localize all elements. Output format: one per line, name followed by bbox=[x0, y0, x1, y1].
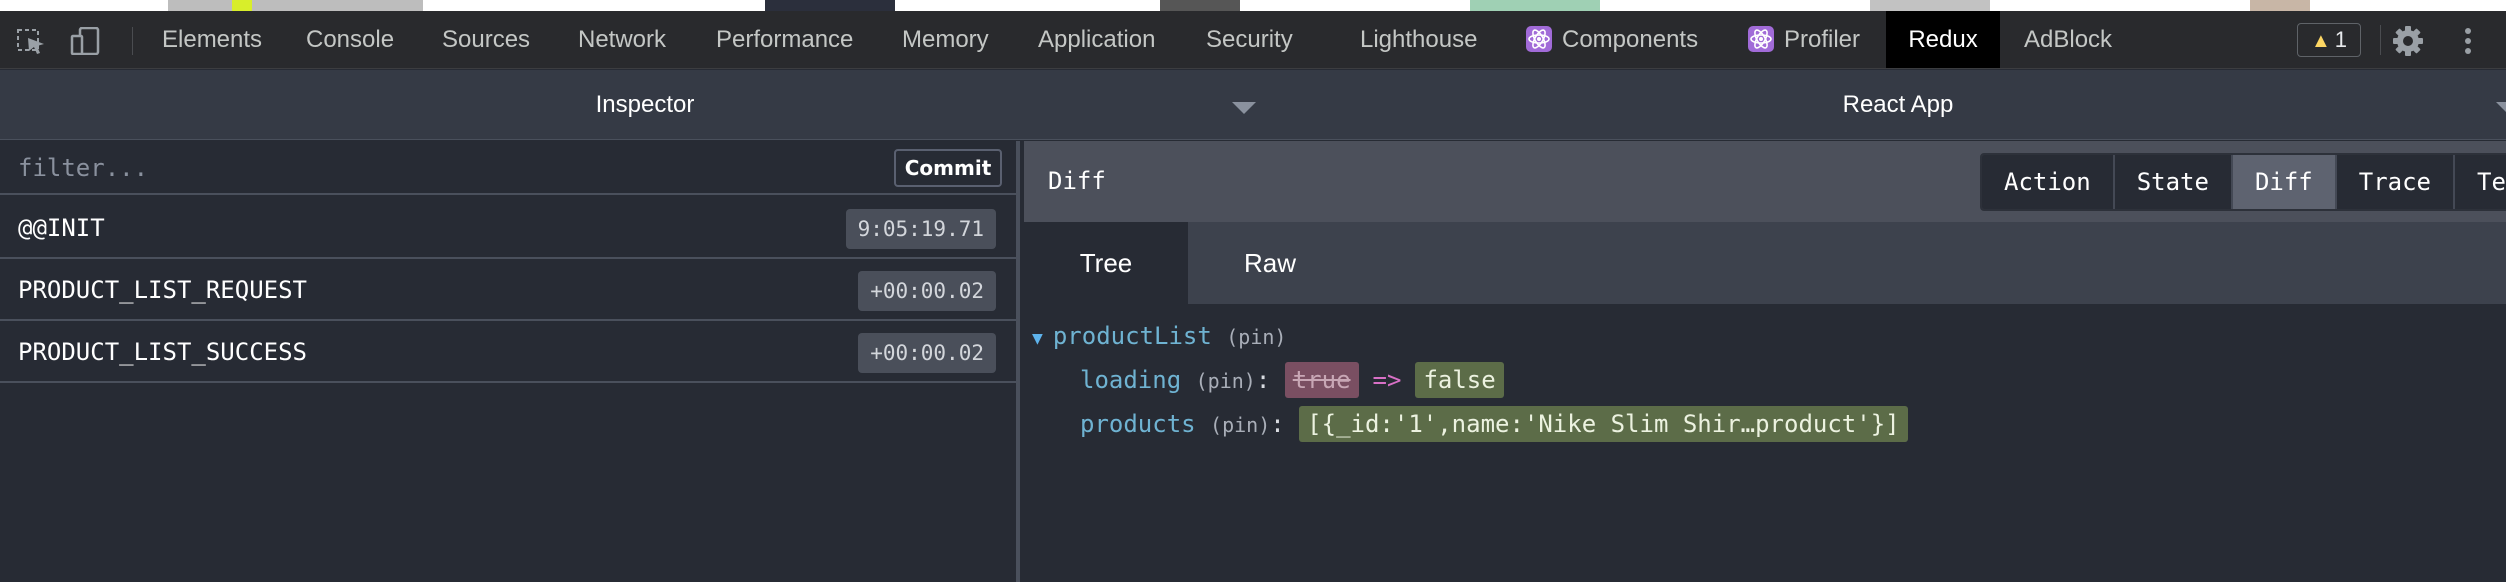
tab-state[interactable]: State bbox=[2114, 155, 2233, 209]
tab-components-label: Components bbox=[1562, 26, 1699, 53]
page-content-strip bbox=[0, 0, 2506, 11]
product-image-strip bbox=[1470, 0, 1600, 11]
dropdown-caret-icon[interactable] bbox=[1232, 102, 1256, 114]
tab-components[interactable]: Components bbox=[1510, 11, 1714, 68]
added-value[interactable]: [{_id:'1',name:'Nike Slim Shir…product'}… bbox=[1299, 406, 1908, 442]
expand-caret-icon[interactable]: ▼ bbox=[1032, 328, 1043, 349]
action-item[interactable]: @@INIT 9:05:19.71 bbox=[0, 197, 1016, 259]
inspector-monitor-select[interactable]: Inspector bbox=[0, 70, 1290, 140]
tab-test[interactable]: Test bbox=[2455, 155, 2506, 209]
device-toolbar-icon[interactable] bbox=[68, 27, 104, 55]
action-list-panel: Commit @@INIT 9:05:19.71 PRODUCT_LIST_RE… bbox=[0, 141, 1020, 582]
product-image-strip bbox=[232, 0, 252, 11]
change-arrow: => bbox=[1372, 366, 1402, 394]
action-name: PRODUCT_LIST_SUCCESS bbox=[18, 338, 307, 366]
more-options-icon[interactable] bbox=[2456, 25, 2480, 57]
tab-raw[interactable]: Raw bbox=[1188, 222, 1352, 304]
inspect-element-icon[interactable] bbox=[14, 27, 50, 55]
product-image-strip bbox=[765, 0, 895, 11]
tab-action[interactable]: Action bbox=[1982, 155, 2115, 209]
key-colon: : bbox=[1270, 410, 1285, 438]
tree-node-productlist[interactable]: ▼ productList (pin) bbox=[1032, 322, 1286, 350]
warning-count: 1 bbox=[2334, 27, 2348, 52]
tab-profiler-label: Profiler bbox=[1784, 26, 1861, 53]
toolbar-divider bbox=[132, 27, 133, 55]
action-item[interactable]: PRODUCT_LIST_REQUEST +00:00.02 bbox=[0, 259, 1016, 321]
action-name: @@INIT bbox=[18, 214, 105, 242]
added-value: false bbox=[1415, 362, 1504, 398]
tab-redux[interactable]: Redux bbox=[1886, 11, 2000, 68]
action-timestamp: +00:00.02 bbox=[858, 271, 996, 311]
tab-memory[interactable]: Memory bbox=[886, 11, 1005, 68]
tab-adblock[interactable]: AdBlock bbox=[2008, 11, 2128, 68]
dropdown-caret-icon[interactable] bbox=[2496, 102, 2506, 114]
toolbar-divider bbox=[2380, 25, 2381, 55]
settings-gear-icon[interactable] bbox=[2392, 25, 2424, 57]
tab-application[interactable]: Application bbox=[1022, 11, 1171, 68]
product-image-strip bbox=[1870, 0, 1990, 11]
tree-key: productList bbox=[1052, 322, 1212, 350]
action-timestamp: 9:05:19.71 bbox=[845, 209, 996, 249]
tab-tree[interactable]: Tree bbox=[1024, 222, 1188, 304]
tab-elements[interactable]: Elements bbox=[146, 11, 278, 68]
preview-title: Diff bbox=[1048, 167, 1106, 195]
tab-lighthouse[interactable]: Lighthouse bbox=[1344, 11, 1493, 68]
react-components-icon bbox=[1526, 25, 1552, 52]
devtools-tab-bar: Elements Console Sources Network Perform… bbox=[0, 11, 2506, 69]
issues-warning-badge[interactable]: ▲ 1 bbox=[2297, 23, 2361, 57]
key-colon: : bbox=[1255, 366, 1271, 394]
warning-icon: ▲ bbox=[2310, 30, 2331, 52]
tab-security[interactable]: Security bbox=[1190, 11, 1309, 68]
tab-trace[interactable]: Trace bbox=[2336, 155, 2455, 209]
product-image-strip bbox=[1160, 0, 1240, 11]
tab-performance[interactable]: Performance bbox=[700, 11, 869, 68]
product-image-strip bbox=[2250, 0, 2310, 11]
diff-tree: ▼ productList (pin) loading (pin): true =>… bbox=[1024, 304, 2506, 582]
action-timestamp: +00:00.02 bbox=[858, 333, 996, 373]
tree-key: loading bbox=[1080, 366, 1182, 394]
action-item[interactable]: PRODUCT_LIST_SUCCESS +00:00.02 bbox=[0, 321, 1016, 383]
pin-link[interactable]: (pin) bbox=[1210, 413, 1270, 437]
commit-button[interactable]: Commit bbox=[894, 149, 1002, 187]
instance-select[interactable]: React App bbox=[1290, 70, 2506, 140]
tab-diff[interactable]: Diff bbox=[2232, 155, 2337, 209]
pin-link[interactable]: (pin) bbox=[1196, 369, 1256, 393]
preview-header: Diff Action State Diff Trace Test bbox=[1024, 141, 2506, 222]
tab-profiler[interactable]: Profiler bbox=[1732, 11, 1876, 68]
react-profiler-icon bbox=[1748, 25, 1774, 52]
tree-node-products: products (pin): [{_id:'1',name:'Nike Sli… bbox=[1080, 406, 1908, 442]
tree-key: products bbox=[1080, 410, 1196, 438]
product-image-strip bbox=[168, 0, 423, 11]
filter-bar: Commit bbox=[0, 141, 1016, 195]
redux-header: Inspector React App bbox=[0, 70, 2506, 140]
action-name: PRODUCT_LIST_REQUEST bbox=[18, 276, 307, 304]
diff-view-tabs: Tree Raw bbox=[1024, 222, 2506, 304]
removed-value: true bbox=[1284, 362, 1359, 398]
pin-link[interactable]: (pin) bbox=[1226, 325, 1286, 349]
tab-console[interactable]: Console bbox=[290, 11, 410, 68]
action-preview-panel: Diff Action State Diff Trace Test Tree R… bbox=[1024, 141, 2506, 582]
filter-input[interactable] bbox=[18, 149, 878, 187]
preview-mode-tabs: Action State Diff Trace Test bbox=[1980, 153, 2506, 211]
tree-node-loading: loading (pin): true => false bbox=[1080, 362, 1504, 398]
tab-sources[interactable]: Sources bbox=[426, 11, 546, 68]
tab-network[interactable]: Network bbox=[562, 11, 682, 68]
